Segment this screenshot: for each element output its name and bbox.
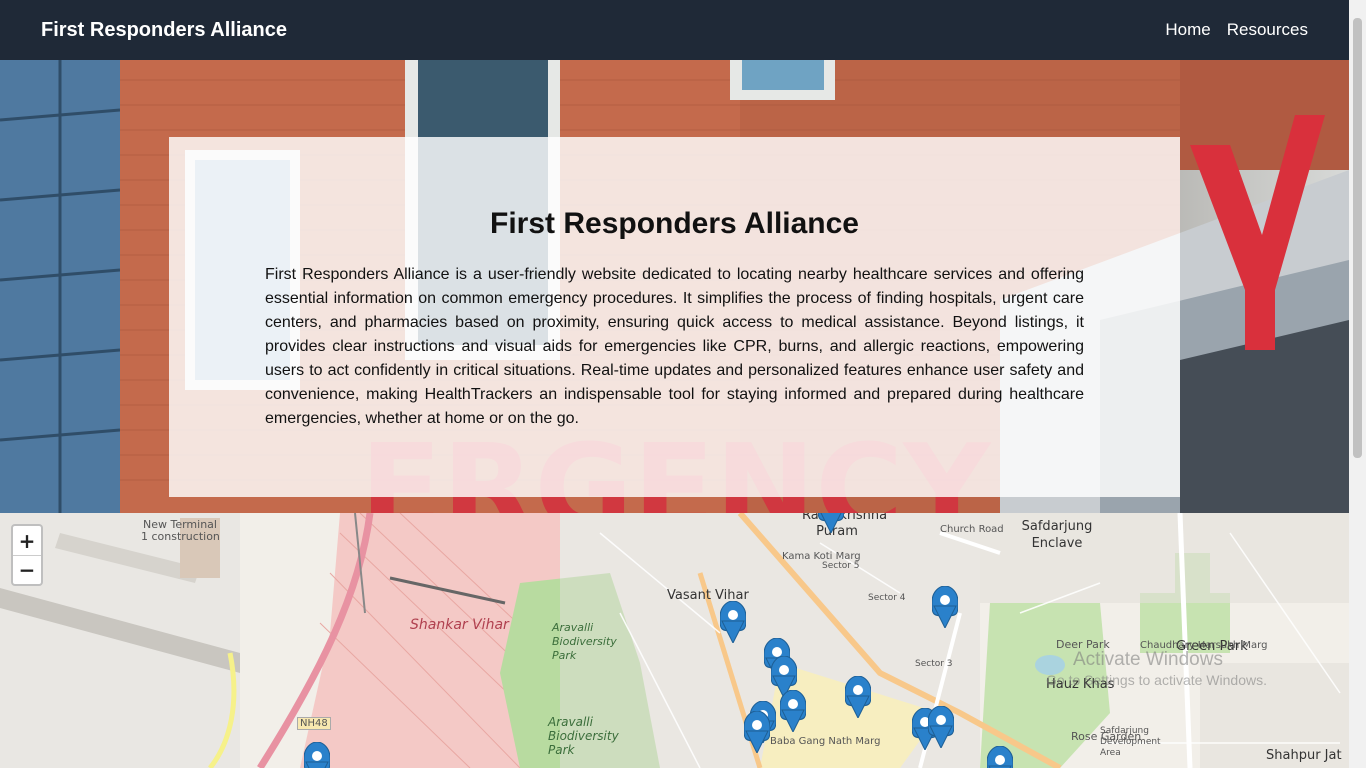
map-label-sector5: Sector 5 — [822, 561, 860, 571]
hospital-marker[interactable] — [928, 706, 954, 748]
zoom-in-button[interactable]: + — [13, 526, 41, 555]
map-label-baba-gang: Baba Gang Nath Marg — [770, 736, 881, 747]
hospital-marker[interactable] — [744, 711, 770, 753]
map-label-safdarjung: Safdarjung Enclave — [1021, 519, 1093, 551]
page-scrollbar[interactable] — [1349, 0, 1366, 768]
map-label-aravalli-1: Aravalli Biodiversity Park — [552, 621, 617, 662]
hero-description: First Responders Alliance is a user-frie… — [265, 266, 1084, 427]
nav-link-home[interactable]: Home — [1165, 20, 1210, 40]
hero-section: ERGENCY First Responders Alliance First … — [0, 60, 1349, 513]
map-label-aravalli-2: Aravalli Biodiversity Park — [548, 715, 619, 757]
map-label-sector3: Sector 3 — [915, 659, 953, 669]
zoom-control: + − — [11, 524, 43, 586]
map-label-sector4: Sector 4 — [868, 593, 906, 603]
scrollbar-thumb[interactable] — [1353, 18, 1362, 458]
map-label-church-road: Church Road — [940, 524, 1004, 535]
hospital-marker[interactable] — [845, 676, 871, 718]
hospital-marker[interactable] — [780, 690, 806, 732]
zoom-out-button[interactable]: − — [13, 555, 41, 584]
map-label-shankar-vihar: Shankar Vihar — [410, 617, 509, 633]
hero-title: First Responders Alliance — [490, 207, 859, 240]
map-label-nh48: NH48 — [297, 717, 331, 730]
hospital-marker[interactable] — [720, 601, 746, 643]
map-view[interactable]: New Terminal 1 construction Shankar Viha… — [0, 513, 1349, 768]
nav-links: Home Resources — [1165, 20, 1308, 40]
brand-title[interactable]: First Responders Alliance — [41, 19, 287, 42]
map-label-construction: 1 construction — [141, 530, 220, 543]
hero-card: First Responders Alliance First Responde… — [169, 137, 1180, 497]
watermark-subtitle: Go to Settings to activate Windows. — [1046, 672, 1267, 688]
nav-link-resources[interactable]: Resources — [1227, 20, 1308, 40]
activate-windows-watermark: Activate Windows Go to Settings to activ… — [1046, 650, 1267, 690]
map-label-safdarjung-dev: Safdarjung Development Area — [1100, 726, 1161, 758]
navbar: First Responders Alliance Home Resources — [0, 0, 1349, 60]
hospital-marker[interactable] — [932, 586, 958, 628]
watermark-title: Activate Windows — [1073, 649, 1223, 670]
hospital-marker[interactable] — [987, 746, 1013, 768]
hospital-marker[interactable] — [818, 513, 844, 533]
hospital-marker[interactable] — [304, 742, 330, 768]
map-label-shahpur-jat: Shahpur Jat — [1266, 748, 1342, 763]
